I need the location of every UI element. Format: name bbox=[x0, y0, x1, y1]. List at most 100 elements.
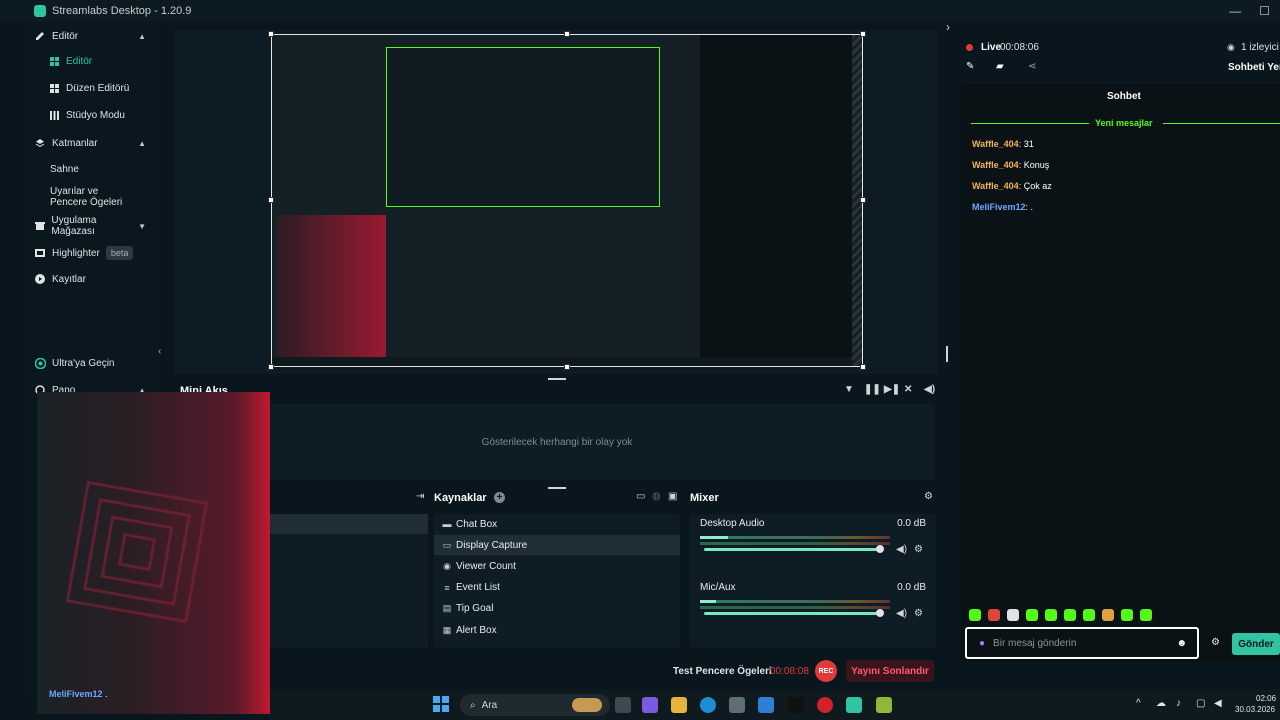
chat-username[interactable]: MeliFivem12 bbox=[972, 202, 1026, 212]
emote-icon[interactable] bbox=[1064, 609, 1076, 621]
chat-top-bar: Live 00:08:06 ◉ 1 izleyici ✎ ▰ ⋖ Sohbeti… bbox=[961, 36, 1280, 84]
share-icon[interactable]: ⋖ bbox=[1028, 61, 1036, 72]
emote-icon[interactable] bbox=[1102, 609, 1114, 621]
chat-username[interactable]: Waffle_404 bbox=[972, 139, 1019, 149]
divider bbox=[971, 123, 1089, 124]
sidebar-section-editor[interactable]: Editör ▲ bbox=[24, 26, 154, 46]
maximize-button[interactable]: ☐ bbox=[1259, 4, 1270, 18]
emote-icon[interactable] bbox=[1007, 609, 1019, 621]
resize-handle[interactable] bbox=[268, 197, 274, 203]
mixer-panel: Mixer ⚙ Desktop Audio 0.0 dB ◀) ⚙ Mic/Aux 0.0… bbox=[690, 488, 936, 648]
sidebar-item-layout-editor[interactable]: Düzen Editörü bbox=[24, 83, 154, 94]
resize-handle[interactable] bbox=[860, 364, 866, 370]
test-widgets-link[interactable]: Test Pencere Ögeleri bbox=[673, 666, 772, 677]
expand-chat-icon[interactable]: › bbox=[946, 20, 950, 34]
chat-username[interactable]: Waffle_404 bbox=[972, 160, 1019, 170]
scene-transition-icon[interactable]: ⇥ bbox=[416, 491, 424, 502]
resize-handle[interactable] bbox=[268, 364, 274, 370]
resize-handle[interactable] bbox=[860, 31, 866, 37]
source-settings-icon[interactable]: ▣ bbox=[668, 491, 677, 502]
source-item[interactable]: ▤ Tip Goal bbox=[434, 599, 680, 619]
mail-icon[interactable] bbox=[758, 697, 774, 713]
sidebar-section-layers[interactable]: Katmanlar ▲ bbox=[24, 133, 154, 153]
emote-icon[interactable] bbox=[1083, 609, 1095, 621]
sidebar-item-editor[interactable]: Editör bbox=[24, 56, 154, 67]
source-item[interactable]: ≡ Event List bbox=[434, 578, 680, 598]
emote-icon[interactable] bbox=[1140, 609, 1152, 621]
speaker-tray-icon[interactable]: ◀ bbox=[1214, 698, 1222, 709]
channel-settings-gear-icon[interactable]: ⚙ bbox=[914, 608, 923, 619]
source-item[interactable]: ◉ Viewer Count bbox=[434, 556, 680, 576]
edge-icon[interactable] bbox=[700, 697, 716, 713]
mute-alerts-icon[interactable]: ✕ bbox=[904, 384, 912, 395]
emote-icon[interactable] bbox=[1121, 609, 1133, 621]
volume-slider[interactable] bbox=[704, 545, 884, 553]
chat-resize-grip[interactable] bbox=[946, 346, 948, 362]
chat-input[interactable]: ● Bir mesaj gönderin ☻ bbox=[965, 627, 1199, 659]
streamlabs-taskbar-icon[interactable] bbox=[846, 697, 862, 713]
speaker-icon[interactable]: ◀) bbox=[896, 608, 907, 619]
resize-handle[interactable] bbox=[268, 31, 274, 37]
opera-icon[interactable] bbox=[817, 697, 833, 713]
resize-handle[interactable] bbox=[564, 31, 570, 37]
store-app-icon[interactable] bbox=[729, 697, 745, 713]
source-item[interactable]: ▭ Display Capture bbox=[434, 535, 680, 556]
edit-stream-icon[interactable]: ✎ bbox=[966, 61, 974, 72]
emote-icon[interactable] bbox=[988, 609, 1000, 621]
taskbar-search[interactable]: ⌕ Ara bbox=[460, 694, 610, 716]
cloud-icon[interactable]: ☁ bbox=[1156, 698, 1166, 709]
channel-settings-gear-icon[interactable]: ⚙ bbox=[914, 544, 923, 555]
emote-icon[interactable] bbox=[1026, 609, 1038, 621]
resize-handle[interactable] bbox=[860, 197, 866, 203]
mic-icon[interactable]: ● bbox=[979, 638, 985, 649]
pause-icon[interactable]: ❚❚ bbox=[864, 384, 881, 395]
tiktok-icon[interactable] bbox=[788, 697, 804, 713]
record-button[interactable]: REC bbox=[815, 660, 837, 682]
widgets-icon[interactable] bbox=[642, 697, 658, 713]
display-tray-icon[interactable]: ▢ bbox=[1196, 698, 1205, 709]
mixer-settings-gear-icon[interactable]: ⚙ bbox=[924, 491, 933, 502]
source-folder-icon[interactable]: ▭ bbox=[636, 491, 645, 502]
tray-chevron-up-icon[interactable]: ^ bbox=[1136, 698, 1141, 709]
send-button[interactable]: Gönder bbox=[1232, 633, 1280, 655]
resize-handle[interactable] bbox=[564, 364, 570, 370]
windows-start-icon[interactable] bbox=[433, 696, 449, 712]
speaker-icon[interactable]: ◀) bbox=[896, 544, 907, 555]
emote-icon[interactable] bbox=[1045, 609, 1057, 621]
source-item-label: Event List bbox=[456, 582, 500, 594]
volume-slider-knob[interactable] bbox=[876, 545, 884, 553]
sidebar-section-highlighter[interactable]: Highlighter beta bbox=[24, 243, 154, 263]
camera-icon[interactable]: ▰ bbox=[996, 61, 1004, 72]
volume-icon[interactable]: ◀) bbox=[924, 384, 935, 395]
stream-preview[interactable] bbox=[271, 34, 863, 367]
sidebar-item-alerts-windows[interactable]: Uyarılar ve Pencere Ögeleri bbox=[24, 186, 134, 208]
emoji-icon[interactable]: ☻ bbox=[1176, 638, 1187, 649]
source-item[interactable]: ▦ Alert Box bbox=[434, 620, 680, 640]
sidebar-item-scene[interactable]: Sahne bbox=[24, 164, 154, 175]
source-visibility-icon[interactable]: ◍ bbox=[652, 491, 661, 502]
webcam-overlay: MeliFivem12 . bbox=[37, 392, 270, 714]
volume-slider-knob[interactable] bbox=[876, 609, 884, 617]
filter-icon[interactable]: ▼ bbox=[844, 384, 854, 395]
collapse-sidebar-icon[interactable]: ‹ bbox=[158, 346, 161, 357]
app-icon[interactable] bbox=[876, 697, 892, 713]
emote-icon[interactable] bbox=[969, 609, 981, 621]
file-explorer-icon[interactable] bbox=[671, 697, 687, 713]
source-item[interactable]: ▬ Chat Box bbox=[434, 514, 680, 534]
sidebar-section-app-store[interactable]: Uygulama Mağazası ▼ bbox=[24, 215, 154, 237]
sidebar-item-ultra[interactable]: Ultra'ya Geçin bbox=[24, 353, 154, 373]
minimize-button[interactable]: — bbox=[1229, 4, 1241, 18]
end-stream-button[interactable]: Yayını Sonlandır bbox=[846, 660, 934, 682]
preview-resize-grip[interactable] bbox=[548, 378, 566, 380]
task-view-icon[interactable] bbox=[615, 697, 631, 713]
sidebar-item-studio-mode[interactable]: Stüdyo Modu bbox=[24, 110, 154, 121]
volume-slider[interactable] bbox=[704, 609, 884, 617]
skip-icon[interactable]: ▶❚ bbox=[884, 384, 900, 395]
sidebar-section-recordings[interactable]: Kayıtlar bbox=[24, 269, 154, 289]
add-source-icon[interactable]: + bbox=[494, 492, 505, 503]
mixer-title: Mixer bbox=[690, 492, 719, 504]
microphone-tray-icon[interactable]: ♪ bbox=[1176, 698, 1181, 709]
chat-settings-gear-icon[interactable]: ⚙ bbox=[1211, 637, 1220, 648]
chat-username[interactable]: Waffle_404 bbox=[972, 181, 1019, 191]
selected-scene-row[interactable] bbox=[270, 514, 428, 534]
